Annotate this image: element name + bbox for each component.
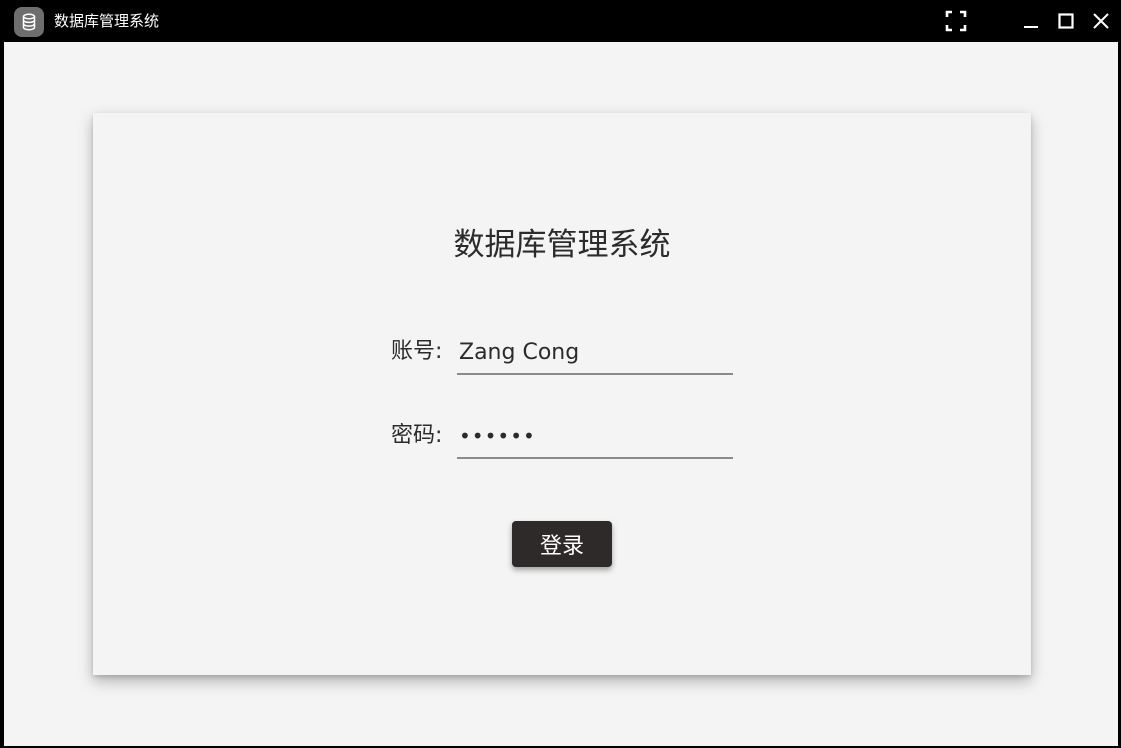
maximize-icon <box>1058 13 1074 29</box>
login-card: 数据库管理系统 账号: 密码: 登录 <box>93 113 1031 675</box>
window-title: 数据库管理系统 <box>54 12 160 30</box>
fullscreen-icon <box>945 10 967 32</box>
login-title: 数据库管理系统 <box>453 227 671 263</box>
password-row: 密码: <box>391 415 751 459</box>
fullscreen-button[interactable] <box>943 8 969 34</box>
minimize-button[interactable] <box>1018 8 1044 34</box>
password-label: 密码: <box>391 423 443 448</box>
database-icon <box>14 7 44 37</box>
close-icon <box>1093 13 1109 29</box>
account-input[interactable] <box>457 331 733 375</box>
account-label: 账号: <box>391 339 443 364</box>
title-bar[interactable]: 数据库管理系统 <box>0 0 1121 42</box>
maximize-button[interactable] <box>1053 8 1079 34</box>
app-window: 数据库管理系统 数据库管理系统 账号: Zang Cong 密码: ••••••… <box>0 0 1121 748</box>
password-input[interactable] <box>457 415 733 459</box>
login-button[interactable]: 登录 <box>512 521 612 567</box>
account-row: 账号: <box>391 331 751 375</box>
close-button[interactable] <box>1088 8 1114 34</box>
minimize-icon <box>1024 26 1038 28</box>
client-area: 数据库管理系统 账号: 密码: 登录 <box>4 42 1118 746</box>
